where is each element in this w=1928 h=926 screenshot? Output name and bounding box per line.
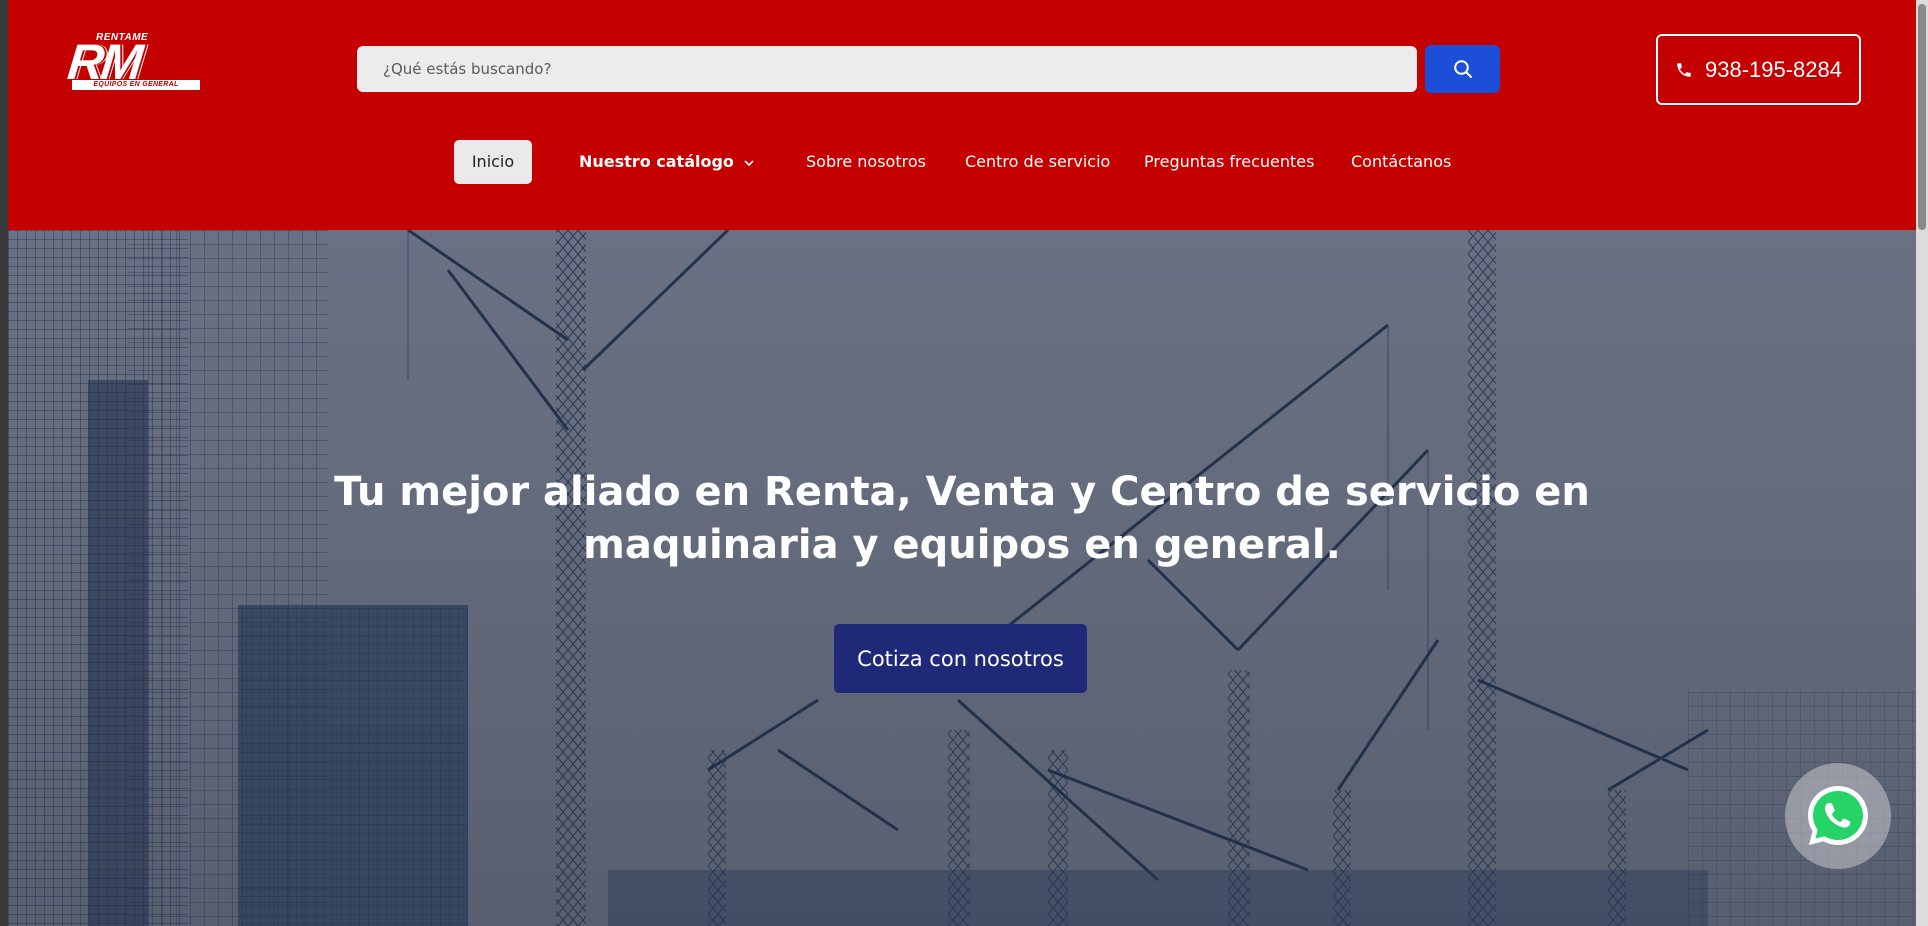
nav-item-inicio[interactable]: Inicio: [454, 140, 532, 184]
hero-title: Tu mejor aliado en Renta, Venta y Centro…: [308, 466, 1616, 572]
phone-icon: [1677, 62, 1691, 77]
phone-button[interactable]: 938-195-8284: [1656, 34, 1861, 105]
nav-item-sobre-nosotros[interactable]: Sobre nosotros: [806, 140, 926, 184]
search-button[interactable]: [1425, 45, 1500, 93]
search-bar: [357, 46, 1417, 92]
quote-button[interactable]: Cotiza con nosotros: [834, 624, 1087, 693]
hero-title-line-1: Tu mejor aliado en Renta, Venta y Centro…: [334, 469, 1590, 515]
nav-item-catalogo[interactable]: Nuestro catálogo: [579, 140, 755, 184]
site-logo[interactable]: RENTAME RM EQUIPOS EN GENERAL: [65, 30, 208, 96]
construction-background-image: [8, 230, 1916, 926]
nav-item-preguntas[interactable]: Preguntas frecuentes: [1144, 140, 1314, 184]
whatsapp-button[interactable]: [1785, 763, 1891, 869]
nav-item-catalogo-label: Nuestro catálogo: [579, 152, 734, 171]
main-nav: Inicio Nuestro catálogo Sobre nosotros C…: [8, 140, 1916, 184]
logo-tagline: EQUIPOS EN GENERAL: [72, 80, 200, 90]
site-header: RENTAME RM EQUIPOS EN GENERAL 938-195-82…: [8, 0, 1916, 230]
page: RENTAME RM EQUIPOS EN GENERAL 938-195-82…: [8, 0, 1916, 926]
hero-section: Tu mejor aliado en Renta, Venta y Centro…: [8, 230, 1916, 926]
scrollbar-thumb[interactable]: [1918, 4, 1926, 230]
phone-number: 938-195-8284: [1704, 56, 1842, 82]
whatsapp-icon: [1808, 786, 1868, 845]
scrollbar[interactable]: [1916, 0, 1928, 926]
window-edge: [0, 0, 8, 926]
nav-item-centro-servicio[interactable]: Centro de servicio: [965, 140, 1110, 184]
chevron-down-icon: [744, 159, 755, 166]
hero-title-line-2: maquinaria y equipos en general.: [583, 522, 1341, 568]
search-icon: [1453, 60, 1472, 78]
nav-item-contactanos[interactable]: Contáctanos: [1351, 140, 1451, 184]
search-input[interactable]: [357, 46, 1417, 92]
